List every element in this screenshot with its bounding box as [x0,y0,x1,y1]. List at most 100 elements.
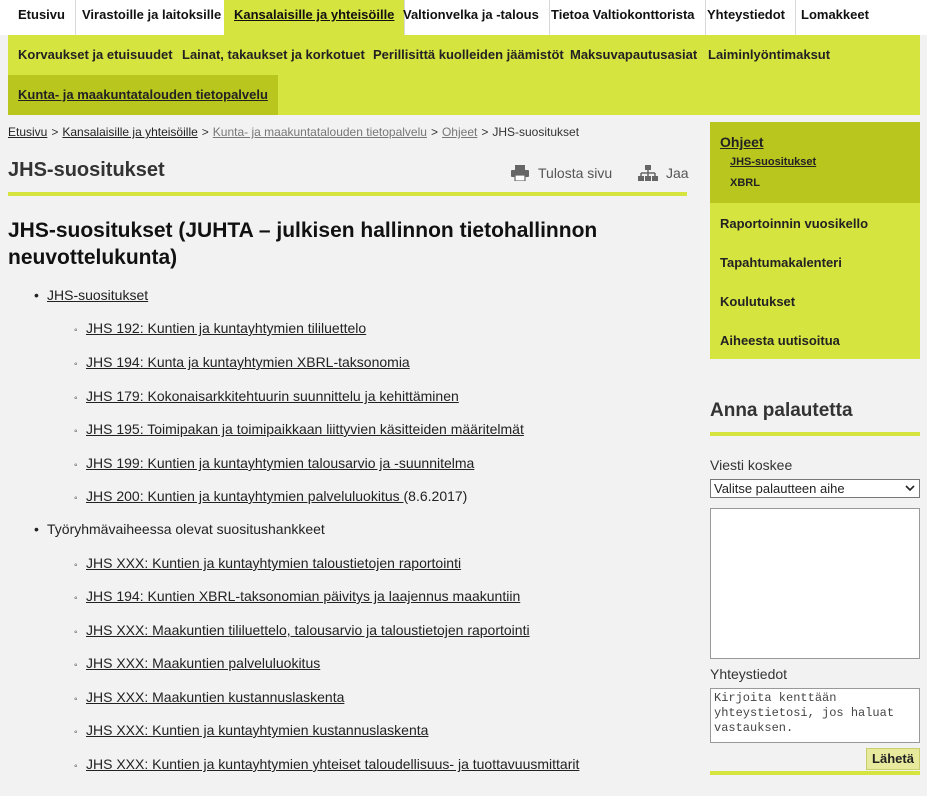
page-title: JHS-suositukset [8,159,165,181]
feedback-bottom-divider [710,771,920,775]
item-date: (8.6.2017) [403,488,468,504]
topic-select[interactable]: Valitse palautteen aihe [710,479,920,498]
bullet-icon: • [34,287,39,303]
nav-tab-etusivu[interactable]: Etusivu [8,0,76,35]
message-textarea[interactable] [710,508,920,659]
jhs-link[interactable]: JHS 200: Kuntien ja kuntayhtymien palvel… [86,488,404,504]
jhs-link[interactable]: JHS 195: Toimipakan ja toimipaikkaan lii… [86,421,524,437]
bullet-icon: ◦ [74,560,78,571]
nav-tab-kansalaisille[interactable]: Kansalaisille ja yhteisöille [224,0,406,35]
bullet-icon: • [34,521,39,537]
list-item: • JHS-suositukset [34,287,148,303]
breadcrumb-etusivu[interactable]: Etusivu [8,125,47,139]
subnav-jaamistot[interactable]: Perillisittä kuolleiden jäämistöt [373,35,564,75]
bullet-icon: ◦ [74,325,78,336]
contact-label: Yhteystiedot [710,666,788,682]
list-item: ◦ JHS XXX: Maakuntien palveluluokitus [74,655,320,671]
sidebar-item-tapahtumakalenteri[interactable]: Tapahtumakalenteri [720,255,842,270]
bullet-icon: ◦ [74,426,78,437]
breadcrumb-separator: > [430,125,438,139]
topic-select-value: Valitse palautteen aihe [714,481,845,496]
bullet-icon: ◦ [74,493,78,504]
list-item: ◦ JHS 199: Kuntien ja kuntayhtymien talou… [74,455,474,471]
send-button[interactable]: Lähetä [866,748,920,770]
list-item: ◦ JHS XXX: Kuntien ja kuntayhtymien talou… [74,555,461,571]
chevron-down-icon [904,480,916,501]
print-button[interactable]: Tulosta sivu [510,165,612,181]
jhs-link[interactable]: JHS XXX: Kuntien ja kuntayhtymien yhteis… [86,756,579,772]
list-item: ◦ JHS 200: Kuntien ja kuntayhtymien palve… [74,488,467,504]
breadcrumb-separator: > [51,125,59,139]
top-navigation: Etusivu Virastoille ja laitoksille Kansa… [0,0,927,35]
jhs-link[interactable]: JHS XXX: Maakuntien tililuettelo, talous… [86,622,530,638]
share-button[interactable]: Jaa [638,165,689,181]
jhs-link[interactable]: JHS XXX: Maakuntien palveluluokitus [86,655,320,671]
feedback-title: Anna palautetta [710,400,853,421]
bullet-icon: ◦ [74,593,78,604]
share-icon [638,165,658,181]
sidebar-item-ohjeet[interactable]: Ohjeet [720,134,764,150]
list-item: ◦ JHS XXX: Kuntien ja kuntayhtymien kusta… [74,722,428,738]
main-heading: JHS-suositukset (JUHTA – julkisen hallin… [8,219,598,269]
nav-tab-yhteystiedot[interactable]: Yhteystiedot [697,0,797,35]
sidebar-menu: Ohjeet JHS-suositukset XBRL Raportoinnin… [710,122,920,359]
jhs-link[interactable]: JHS 179: Kokonaisarkkitehtuurin suunnitt… [86,388,459,404]
list-item: ◦ JHS 194: Kuntien XBRL-taksonomian päivi… [74,588,520,604]
subnav-maksuvapautus[interactable]: Maksuvapautusasiat [570,35,697,75]
breadcrumb: Etusivu > Kansalaisille ja yhteisöille > Kun… [8,125,579,139]
breadcrumb-separator: > [201,125,209,139]
section-label-tyoryhmavaihe: Työryhmävaiheessa olevat suositushankkee… [47,521,325,537]
list-item: ◦ JHS XXX: Maakuntien tililuettelo, talou… [74,622,530,638]
bullet-icon: ◦ [74,460,78,471]
breadcrumb-current: JHS-suositukset [492,125,580,139]
printer-icon [511,165,529,181]
sidebar-active-section: Ohjeet JHS-suositukset XBRL [710,122,920,203]
breadcrumb-separator: > [481,125,489,139]
bullet-icon: ◦ [74,761,78,772]
section-link-jhs-suositukset[interactable]: JHS-suositukset [47,287,148,303]
bullet-icon: ◦ [74,727,78,738]
sidebar-item-vuosikello[interactable]: Raportoinnin vuosikello [720,216,868,231]
list-item: ◦ JHS XXX: Maakuntien kustannuslaskenta [74,689,344,705]
jhs-link[interactable]: JHS 192: Kuntien ja kuntayhtymien tililu… [86,320,366,336]
title-divider [8,192,687,196]
breadcrumb-ohjeet[interactable]: Ohjeet [442,125,477,139]
jhs-link[interactable]: JHS 194: Kuntien XBRL-taksonomian päivit… [86,588,520,604]
contact-textarea[interactable]: Kirjoita kenttään yhteystietosi, jos hal… [710,688,920,743]
sub-navigation: Korvaukset ja etuisuudet Lainat, takauks… [8,35,920,115]
nav-tab-virastoille[interactable]: Virastoille ja laitoksille [72,0,233,35]
sidebar-item-koulutukset[interactable]: Koulutukset [720,294,795,309]
bullet-icon: ◦ [74,627,78,638]
subnav-korvaukset[interactable]: Korvaukset ja etuisuudet [18,35,173,75]
sidebar-subitem-jhs[interactable]: JHS-suositukset [730,156,816,168]
nav-tab-tietoa[interactable]: Tietoa Valtiokonttorista [541,0,706,35]
jhs-link[interactable]: JHS XXX: Kuntien ja kuntayhtymien kustan… [86,722,428,738]
nav-tab-valtionvelka[interactable]: Valtionvelka ja -talous [393,0,550,35]
jhs-link[interactable]: JHS 194: Kunta ja kuntayhtymien XBRL-tak… [86,354,410,370]
jhs-link[interactable]: JHS XXX: Maakuntien kustannuslaskenta [86,689,344,705]
sidebar-subitem-xbrl[interactable]: XBRL [730,177,760,189]
subnav-laiminlyonti[interactable]: Laiminlyöntimaksut [708,35,830,75]
list-item: ◦ JHS 192: Kuntien ja kuntayhtymien tilil… [74,320,366,336]
bullet-icon: ◦ [74,359,78,370]
subnav-lainat[interactable]: Lainat, takaukset ja korkotuet [182,35,365,75]
list-item: ◦ JHS 179: Kokonaisarkkitehtuurin suunnit… [74,388,459,404]
nav-tab-lomakkeet[interactable]: Lomakkeet [791,0,879,35]
share-label: Jaa [666,165,689,181]
bullet-icon: ◦ [74,393,78,404]
breadcrumb-kansalaisille[interactable]: Kansalaisille ja yhteisöille [62,125,197,139]
feedback-divider [710,432,920,436]
bullet-icon: ◦ [74,694,78,705]
jhs-link[interactable]: JHS XXX: Kuntien ja kuntayhtymien talous… [86,555,461,571]
print-label: Tulosta sivu [538,165,613,181]
list-item: ◦ JHS XXX: Kuntien ja kuntayhtymien yhtei… [74,756,579,772]
breadcrumb-kuntatalous[interactable]: Kunta- ja maakuntatalouden tietopalvelu [213,125,427,139]
list-item: ◦ JHS 194: Kunta ja kuntayhtymien XBRL-ta… [74,354,410,370]
bullet-icon: ◦ [74,660,78,671]
list-item: • Työryhmävaiheessa olevat suositushankke… [34,521,325,537]
jhs-link[interactable]: JHS 199: Kuntien ja kuntayhtymien talous… [86,455,474,471]
list-item: ◦ JHS 195: Toimipakan ja toimipaikkaan li… [74,421,524,437]
subnav-kuntatalous[interactable]: Kunta- ja maakuntatalouden tietopalvelu [8,75,278,115]
sidebar-item-uutisoitua[interactable]: Aiheesta uutisoitua [720,333,840,348]
topic-label: Viesti koskee [710,457,793,473]
